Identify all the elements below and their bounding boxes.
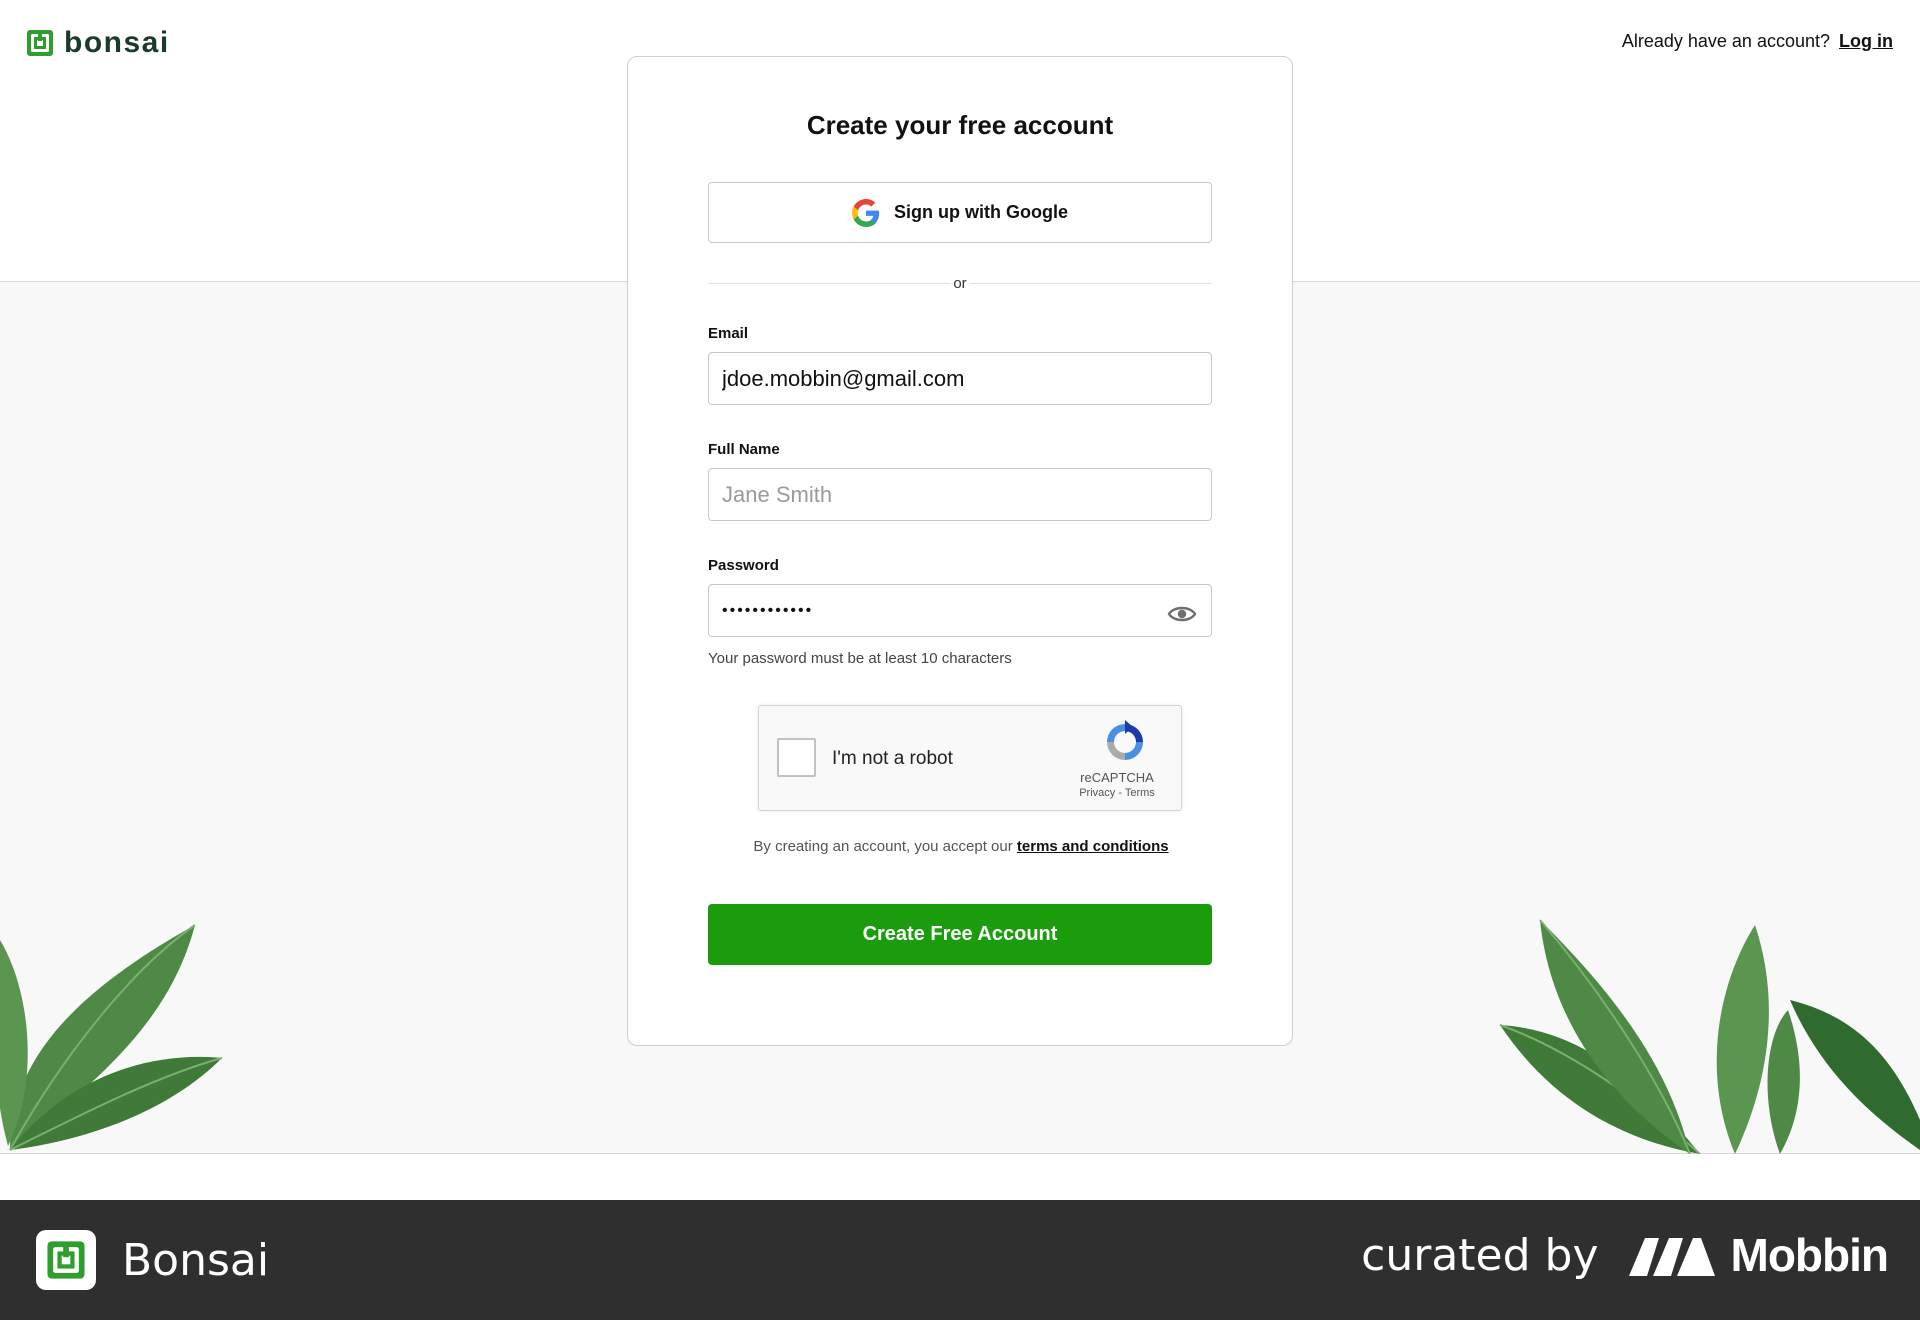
divider-text: or bbox=[950, 274, 970, 294]
background-gap bbox=[0, 1154, 1920, 1200]
bonsai-logo-icon bbox=[27, 30, 53, 56]
password-field[interactable] bbox=[708, 584, 1212, 637]
create-account-button[interactable]: Create Free Account bbox=[708, 904, 1212, 965]
footer-app: Bonsai bbox=[36, 1230, 269, 1290]
terms-prefix: By creating an account, you accept our bbox=[753, 838, 1013, 855]
curated-by-text: curated by bbox=[1361, 1229, 1599, 1281]
bonsai-logo-icon bbox=[47, 1241, 85, 1279]
full-name-label: Full Name bbox=[708, 441, 780, 458]
footer-curated: curated by Mobbin bbox=[1361, 1228, 1889, 1282]
recaptcha-label: I'm not a robot bbox=[832, 748, 953, 769]
bonsai-app-icon bbox=[36, 1230, 96, 1290]
signup-card: Create your free account Sign up with Go… bbox=[627, 56, 1293, 1046]
recaptcha-icon bbox=[1107, 720, 1143, 760]
google-icon bbox=[852, 198, 880, 227]
email-label: Email bbox=[708, 325, 749, 342]
bonsai-logo[interactable]: bonsai bbox=[26, 26, 170, 60]
mobbin-logo-icon bbox=[1628, 1238, 1715, 1276]
recaptcha-checkbox[interactable] bbox=[777, 738, 816, 777]
terms-notice: By creating an account, you accept our t… bbox=[628, 838, 1294, 855]
full-name-field[interactable] bbox=[708, 468, 1212, 521]
eye-icon[interactable] bbox=[1167, 603, 1197, 625]
footer-app-name: Bonsai bbox=[122, 1234, 270, 1286]
recaptcha-links[interactable]: Privacy - Terms bbox=[1055, 787, 1179, 799]
leaves-right-illustration bbox=[1499, 919, 1920, 1154]
login-prompt-text: Already have an account? bbox=[1621, 31, 1831, 51]
terms-link[interactable]: terms and conditions bbox=[1017, 838, 1169, 855]
password-hint: Your password must be at least 10 charac… bbox=[708, 650, 1012, 667]
mobbin-brand: Mobbin bbox=[1628, 1228, 1889, 1282]
login-prompt: Already have an account? Log in bbox=[1622, 31, 1893, 52]
mobbin-text: Mobbin bbox=[1730, 1229, 1889, 1281]
recaptcha-brand: reCAPTCHA bbox=[1080, 770, 1154, 785]
footer: Bonsai curated by Mobbin bbox=[0, 1200, 1920, 1320]
login-link[interactable]: Log in bbox=[1839, 31, 1893, 52]
page-title: Create your free account bbox=[806, 110, 1114, 140]
leaves-left-illustration bbox=[0, 924, 223, 1151]
email-field[interactable] bbox=[708, 352, 1212, 405]
password-label: Password bbox=[708, 557, 779, 574]
google-signup-button[interactable]: Sign up with Google bbox=[708, 182, 1212, 243]
google-signup-label: Sign up with Google bbox=[894, 202, 1068, 222]
recaptcha-widget: I'm not a robot reCAPTCHA Privacy - Term… bbox=[758, 705, 1182, 811]
logo-text: bonsai bbox=[64, 26, 170, 59]
